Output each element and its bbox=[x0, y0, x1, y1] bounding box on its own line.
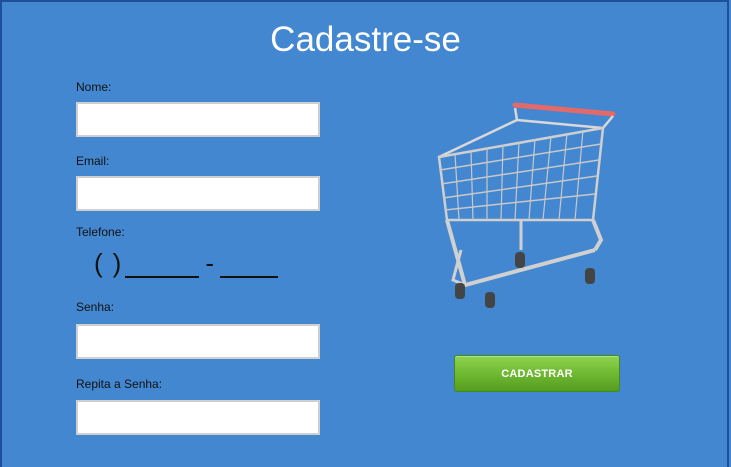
repita-senha-label: Repita a Senha: bbox=[76, 377, 163, 391]
cadastrar-button[interactable]: CADASTRAR bbox=[454, 355, 620, 392]
senha-label: Senha: bbox=[76, 300, 115, 314]
shopping-cart-icon bbox=[437, 102, 616, 308]
telefone-dash: - bbox=[205, 248, 215, 278]
email-input[interactable] bbox=[76, 176, 320, 211]
telefone-number-input[interactable] bbox=[220, 252, 279, 278]
senha-input[interactable] bbox=[76, 324, 320, 359]
telefone-open-paren: ( bbox=[94, 248, 103, 278]
telefone-label: Telefone: bbox=[76, 225, 125, 239]
repita-senha-input[interactable] bbox=[76, 400, 320, 435]
nome-label: Nome: bbox=[76, 80, 112, 94]
telefone-field: ( ) - bbox=[94, 248, 279, 278]
telefone-area-input[interactable] bbox=[125, 252, 200, 278]
email-label: Email: bbox=[76, 154, 110, 168]
telefone-close-paren: ) bbox=[112, 248, 122, 278]
page-title: Cadastre-se bbox=[270, 20, 461, 59]
nome-input[interactable] bbox=[76, 102, 320, 137]
